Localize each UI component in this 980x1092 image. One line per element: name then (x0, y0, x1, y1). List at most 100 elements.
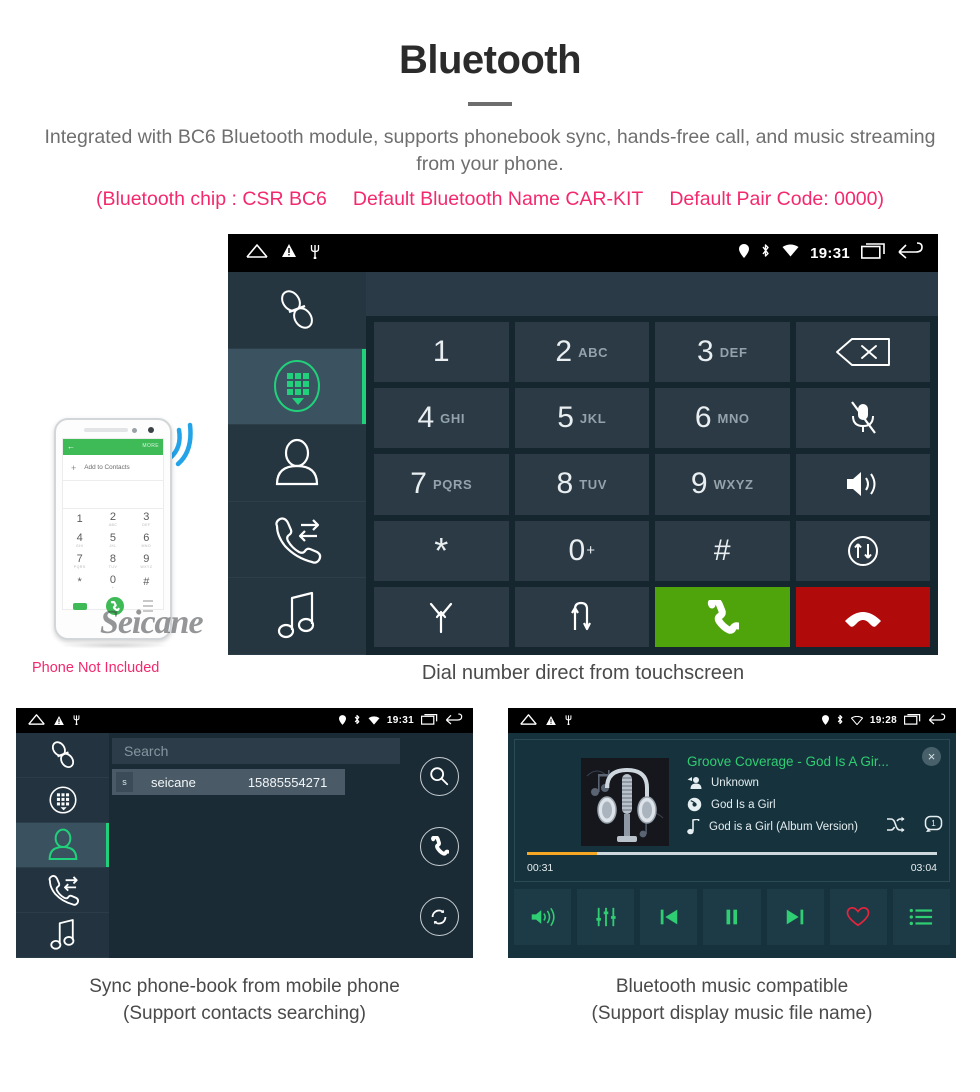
back-icon[interactable] (445, 712, 463, 730)
recents-icon[interactable] (420, 712, 438, 730)
recents-icon[interactable] (903, 712, 921, 730)
contacts-caption-line2: (Support contacts searching) (123, 1002, 366, 1024)
main-sidebar (228, 272, 366, 655)
key-letters: MNO (717, 410, 750, 426)
equalizer-icon (596, 907, 616, 927)
previous-button[interactable] (640, 889, 698, 945)
key-transfer[interactable] (795, 520, 930, 581)
key-2[interactable]: 2 ABC (514, 322, 649, 383)
key-mic-mute[interactable] (795, 388, 930, 449)
sidebar-item-calllog[interactable] (16, 868, 109, 913)
phone-key[interactable]: 4 GHI (63, 530, 96, 551)
phone-key[interactable]: 9 WXYZ (130, 551, 163, 572)
phone-key[interactable]: 1 (63, 509, 96, 530)
phone-app-bar: ← MORE (63, 439, 163, 455)
phone-key[interactable]: 2 ABC (96, 509, 129, 530)
phone-key[interactable]: 6 MNO (130, 530, 163, 551)
key-letters: JKL (579, 410, 607, 426)
favorite-button[interactable] (829, 889, 887, 945)
key-6[interactable]: 6 MNO (655, 388, 790, 449)
key-0[interactable]: 0 + (514, 520, 649, 581)
back-icon[interactable] (897, 242, 924, 264)
back-icon[interactable] (928, 712, 946, 730)
key-digit: 6 (694, 401, 712, 435)
dial-pad-icon (48, 786, 77, 814)
contact-row[interactable]: s seicane 15885554271 (112, 769, 345, 795)
key-4[interactable]: 4 GHI (374, 388, 509, 449)
merge-call-icon (430, 602, 453, 633)
equalizer-button[interactable] (577, 889, 635, 945)
key-8[interactable]: 8 TUV (514, 454, 649, 515)
phone-key[interactable]: * (63, 572, 96, 593)
key-backspace[interactable] (795, 322, 930, 383)
key-call-answer[interactable] (655, 586, 790, 647)
usb-icon (73, 712, 80, 730)
key-hash[interactable]: # (655, 520, 790, 581)
next-button[interactable] (766, 889, 824, 945)
phone-camera (148, 427, 154, 433)
sidebar-item-dialpad[interactable] (228, 348, 366, 426)
bluetooth-icon (836, 712, 844, 730)
pause-icon (726, 909, 738, 925)
sidebar-item-link[interactable] (16, 733, 109, 778)
home-icon[interactable] (246, 243, 268, 263)
backspace-icon (835, 338, 890, 367)
music-caption: Bluetooth music compatible (Support disp… (508, 974, 956, 1028)
contacts-sidebar (16, 733, 109, 958)
home-icon[interactable] (520, 712, 537, 730)
key-merge-call[interactable] (374, 586, 509, 647)
shuffle-button[interactable] (886, 816, 905, 838)
sidebar-item-contacts[interactable] (16, 823, 109, 868)
bluetooth-link-icon (51, 741, 74, 768)
recents-icon[interactable] (861, 242, 886, 264)
key-swap-call[interactable] (514, 586, 649, 647)
phone-more-label[interactable]: MORE (142, 443, 159, 449)
speaker-icon (846, 472, 876, 497)
key-3[interactable]: 3 DEF (655, 322, 790, 383)
phone-number-field[interactable] (63, 481, 163, 509)
key-speaker[interactable] (795, 454, 930, 515)
search-input[interactable]: Search (112, 738, 400, 764)
contact-number: 15885554271 (247, 774, 328, 790)
call-end-icon (844, 611, 881, 627)
key-7[interactable]: 7 PQRS (374, 454, 509, 515)
key-1[interactable]: 1 (374, 322, 509, 383)
sidebar-item-music[interactable] (16, 913, 109, 958)
album-art (581, 758, 669, 846)
key-call-end[interactable] (795, 586, 930, 647)
sync-button[interactable] (419, 897, 459, 937)
progress-bar[interactable] (527, 852, 937, 855)
phone-key[interactable]: 8 TUV (96, 551, 129, 572)
sidebar-item-music[interactable] (228, 578, 366, 655)
phone-back-icon[interactable]: ← (67, 442, 75, 452)
mic-mute-icon (850, 401, 876, 434)
phone-key[interactable]: 3 DEF (130, 509, 163, 530)
phone-key[interactable]: 7 PQRS (63, 551, 96, 572)
pause-button[interactable] (703, 889, 761, 945)
status-time: 19:31 (810, 244, 850, 262)
key-9[interactable]: 9 WXYZ (655, 454, 790, 515)
sidebar-item-calllog[interactable] (228, 502, 366, 579)
search-button[interactable] (419, 756, 459, 796)
phone-key[interactable]: 5 JKL (96, 530, 129, 551)
sidebar-item-contacts[interactable] (228, 425, 366, 502)
home-icon[interactable] (28, 712, 45, 730)
key-star[interactable]: * (374, 520, 509, 581)
artist-name: Unknown (711, 777, 759, 789)
volume-button[interactable] (514, 889, 572, 945)
key-letters: GHI (440, 410, 466, 426)
search-icon (430, 767, 449, 786)
repeat-one-button[interactable]: 1 (924, 814, 943, 837)
sidebar-item-link[interactable] (228, 272, 366, 349)
sidebar-item-dialpad[interactable] (16, 778, 109, 823)
key-5[interactable]: 5 JKL (514, 388, 649, 449)
phone-key[interactable]: # (130, 572, 163, 593)
swap-call-icon (570, 601, 591, 630)
file-name: God is a Girl (Album Version) (709, 821, 858, 833)
playlist-button[interactable] (892, 889, 950, 945)
phone-key[interactable]: 0 + (96, 572, 129, 593)
key-letters: PQRS (432, 476, 473, 492)
phone-videocall-icon[interactable] (72, 602, 87, 610)
call-button[interactable] (419, 826, 459, 866)
phone-add-contact-row[interactable]: + Add to Contacts (63, 455, 163, 481)
